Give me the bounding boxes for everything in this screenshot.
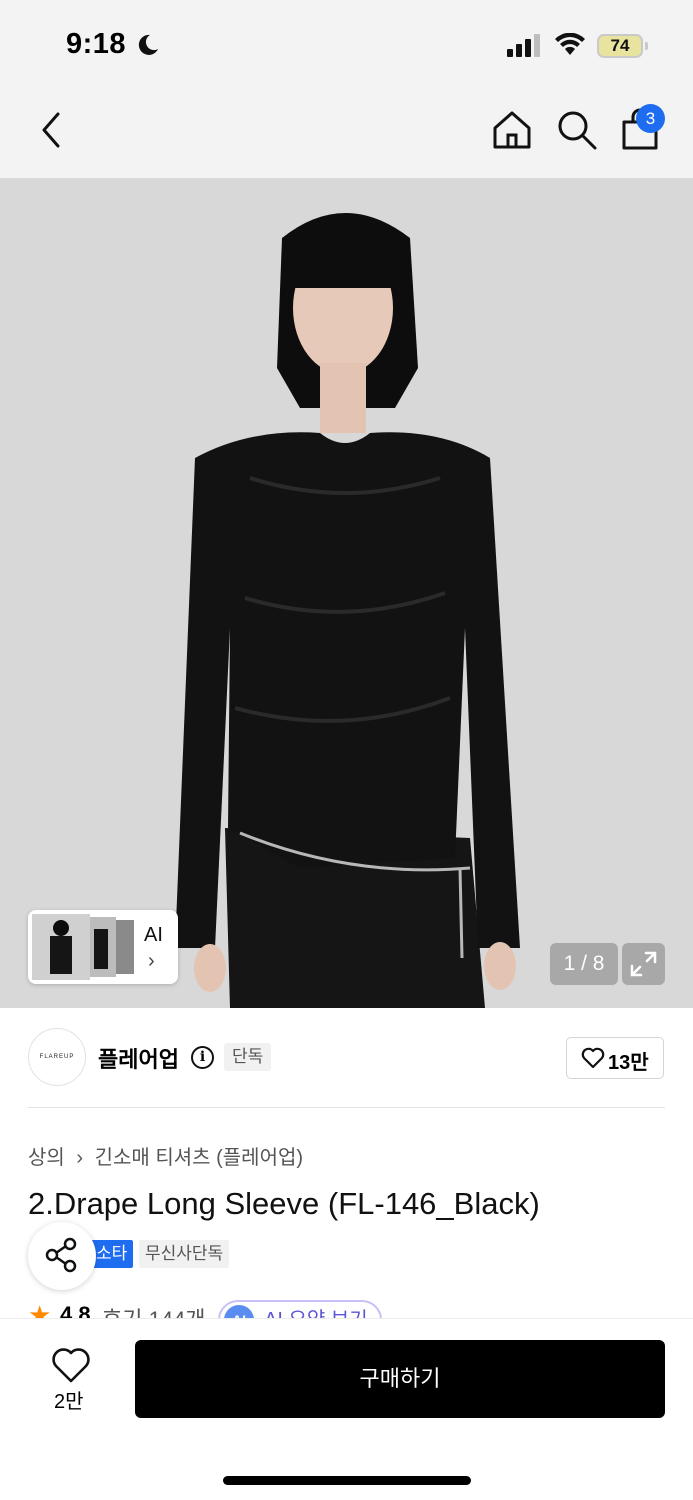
battery-icon: 74 — [597, 34, 643, 58]
badge-blue: 소타 — [90, 1240, 134, 1268]
status-time: 9:18 — [66, 28, 127, 60]
expand-icon — [630, 951, 657, 977]
ai-badge-icon: AI — [224, 1305, 254, 1318]
breadcrumb: 상의 › 긴소매 티셔츠 (플레어업) — [28, 1141, 309, 1170]
home-icon[interactable] — [490, 108, 534, 152]
wifi-icon — [555, 33, 585, 55]
review-count[interactable]: 후기 144개 — [102, 1302, 206, 1318]
chevron-right-icon: › — [76, 1147, 84, 1169]
image-counter: 1 / 8 — [550, 943, 618, 985]
wishlist-count: 2만 — [54, 1391, 84, 1413]
chevron-right-icon: › — [148, 950, 155, 972]
thumbnail-images — [32, 914, 134, 980]
ai-summary-label: AI 요약 보기 — [264, 1309, 368, 1318]
ai-label: AI — [144, 924, 163, 946]
breadcrumb-subcategory[interactable]: 긴소매 티셔츠 (플레어업) — [95, 1147, 303, 1169]
battery-level: 74 — [610, 36, 630, 55]
divider — [28, 1107, 665, 1108]
share-icon — [45, 1237, 77, 1273]
rating-value: 4.8 — [60, 1302, 91, 1318]
share-button[interactable] — [28, 1222, 96, 1290]
signal-icon — [507, 34, 540, 57]
product-photo — [0, 178, 693, 1008]
heart-icon[interactable] — [50, 1345, 92, 1387]
heart-icon — [581, 1047, 605, 1069]
ai-summary-button[interactable]: AI AI 요약 보기 — [218, 1300, 382, 1318]
exclusive-tag: 단독 — [224, 1043, 272, 1071]
back-icon[interactable] — [34, 108, 70, 152]
product-title: 2.Drape Long Sleeve (FL-146_Black) — [28, 1186, 540, 1221]
expand-button[interactable] — [622, 943, 665, 985]
brand-logo[interactable]: FLAREUP — [28, 1028, 86, 1086]
product-image[interactable] — [0, 178, 693, 1008]
brand-name[interactable]: 플레어업 — [98, 1042, 179, 1074]
moon-icon — [138, 34, 158, 55]
info-icon[interactable]: i — [191, 1046, 214, 1069]
home-indicator — [223, 1476, 471, 1485]
breadcrumb-category[interactable]: 상의 — [28, 1147, 65, 1169]
brand-like-count: 13만 — [608, 1052, 649, 1074]
buy-button[interactable]: 구매하기 — [135, 1340, 665, 1418]
search-icon[interactable] — [555, 108, 599, 152]
cart-count-badge: 3 — [636, 104, 665, 133]
badge-exclusive: 무신사단독 — [139, 1240, 230, 1268]
rating-row: ★ 4.8 후기 144개 AI AI 요약 보기 — [28, 1300, 428, 1318]
star-icon: ★ — [28, 1300, 52, 1318]
ai-thumbnail-strip[interactable] — [28, 910, 178, 984]
battery-tip — [645, 42, 648, 50]
